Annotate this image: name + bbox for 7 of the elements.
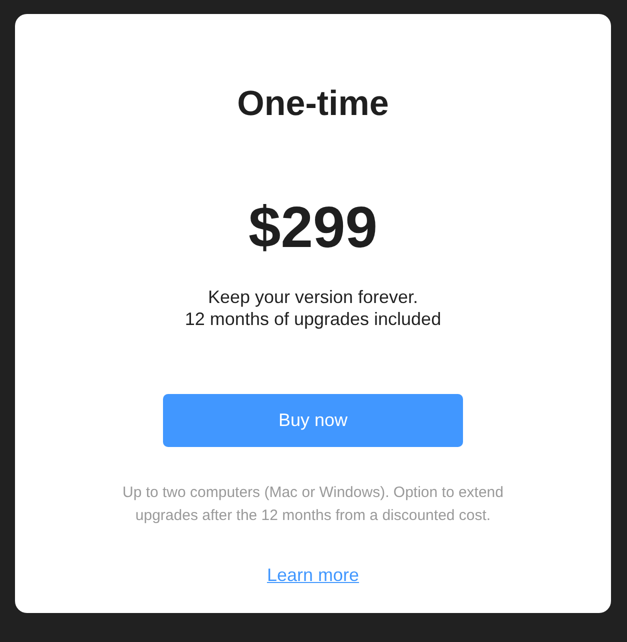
plan-title: One-time: [237, 83, 389, 125]
description-line: 12 months of upgrades included: [184, 308, 442, 330]
license-note: Up to two computers (Mac or Windows). Option to extend upgrades after the 12 months from a discounted cost.: [122, 483, 504, 526]
buy-now-button[interactable]: Buy now: [163, 394, 463, 447]
description-line: Keep your version forever.: [208, 286, 418, 308]
learn-more-link[interactable]: Learn more: [266, 563, 360, 587]
price: $299: [248, 196, 378, 260]
